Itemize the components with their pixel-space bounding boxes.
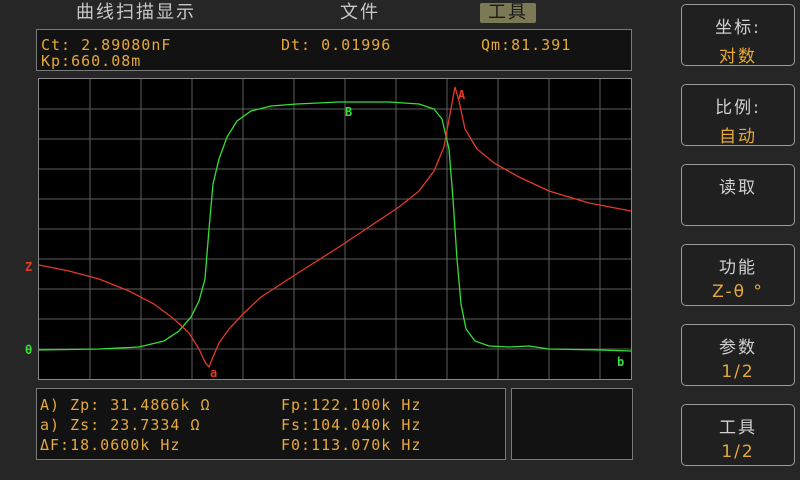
kp-readout: Kp:660.08m (41, 52, 142, 70)
zp-readout: A) Zp: 31.4866k Ω (40, 396, 211, 414)
qm-readout: Qm:81.391 (481, 36, 572, 54)
coordinate-title: 坐标: (715, 18, 761, 38)
marker-a: a (210, 366, 218, 380)
sweep-plot-svg (39, 79, 631, 379)
tab-tools[interactable]: 工具 (480, 3, 536, 23)
function-value: Z-θ ° (712, 282, 764, 302)
coordinate-value: 对数 (719, 47, 757, 67)
function-title: 功能 (719, 258, 757, 278)
params-title: 参数 (719, 338, 757, 358)
params-value: 1/2 (721, 362, 755, 382)
sweep-plot: A B a b (38, 78, 632, 380)
scale-button[interactable]: 比例: 自动 (681, 84, 795, 147)
tab-curve-scan[interactable]: 曲线扫描显示 (76, 2, 196, 24)
tools-title: 工具 (719, 418, 757, 438)
marker-b: b (617, 355, 625, 369)
info-bar: Ct: 2.89080nF Dt: 0.01996 Qm:81.391 Kp:6… (36, 29, 632, 71)
read-button[interactable]: 读取 (681, 164, 795, 226)
results-panel: A) Zp: 31.4866k Ω a) Zs: 23.7334 Ω ΔF:18… (36, 388, 506, 460)
coordinate-button[interactable]: 坐标: 对数 (681, 4, 795, 67)
plot-grid (39, 79, 631, 379)
z-curve (39, 86, 631, 369)
ct-readout: Ct: 2.89080nF (41, 36, 172, 54)
fp-readout: Fp:122.100k Hz (281, 396, 422, 414)
params-button[interactable]: 参数 1/2 (681, 324, 795, 386)
scale-value: 自动 (719, 127, 757, 147)
blank-panel (511, 388, 633, 460)
marker-A: A (458, 88, 466, 102)
read-title: 读取 (719, 178, 757, 198)
dt-readout: Dt: 0.01996 (281, 36, 392, 54)
tab-file[interactable]: 文件 (340, 2, 380, 24)
df-readout: ΔF:18.0600k Hz (40, 436, 181, 454)
zs-readout: a) Zs: 23.7334 Ω (40, 416, 201, 434)
tools-button[interactable]: 工具 1/2 (681, 404, 795, 466)
scale-title: 比例: (715, 98, 761, 118)
tools-value: 1/2 (721, 442, 755, 462)
z-axis-label: Z (25, 260, 33, 274)
marker-B: B (345, 105, 353, 119)
fs-readout: Fs:104.040k Hz (281, 416, 422, 434)
function-button[interactable]: 功能 Z-θ ° (681, 244, 795, 306)
f0-readout: F0:113.070k Hz (281, 436, 422, 454)
theta-axis-label: θ (25, 343, 33, 357)
